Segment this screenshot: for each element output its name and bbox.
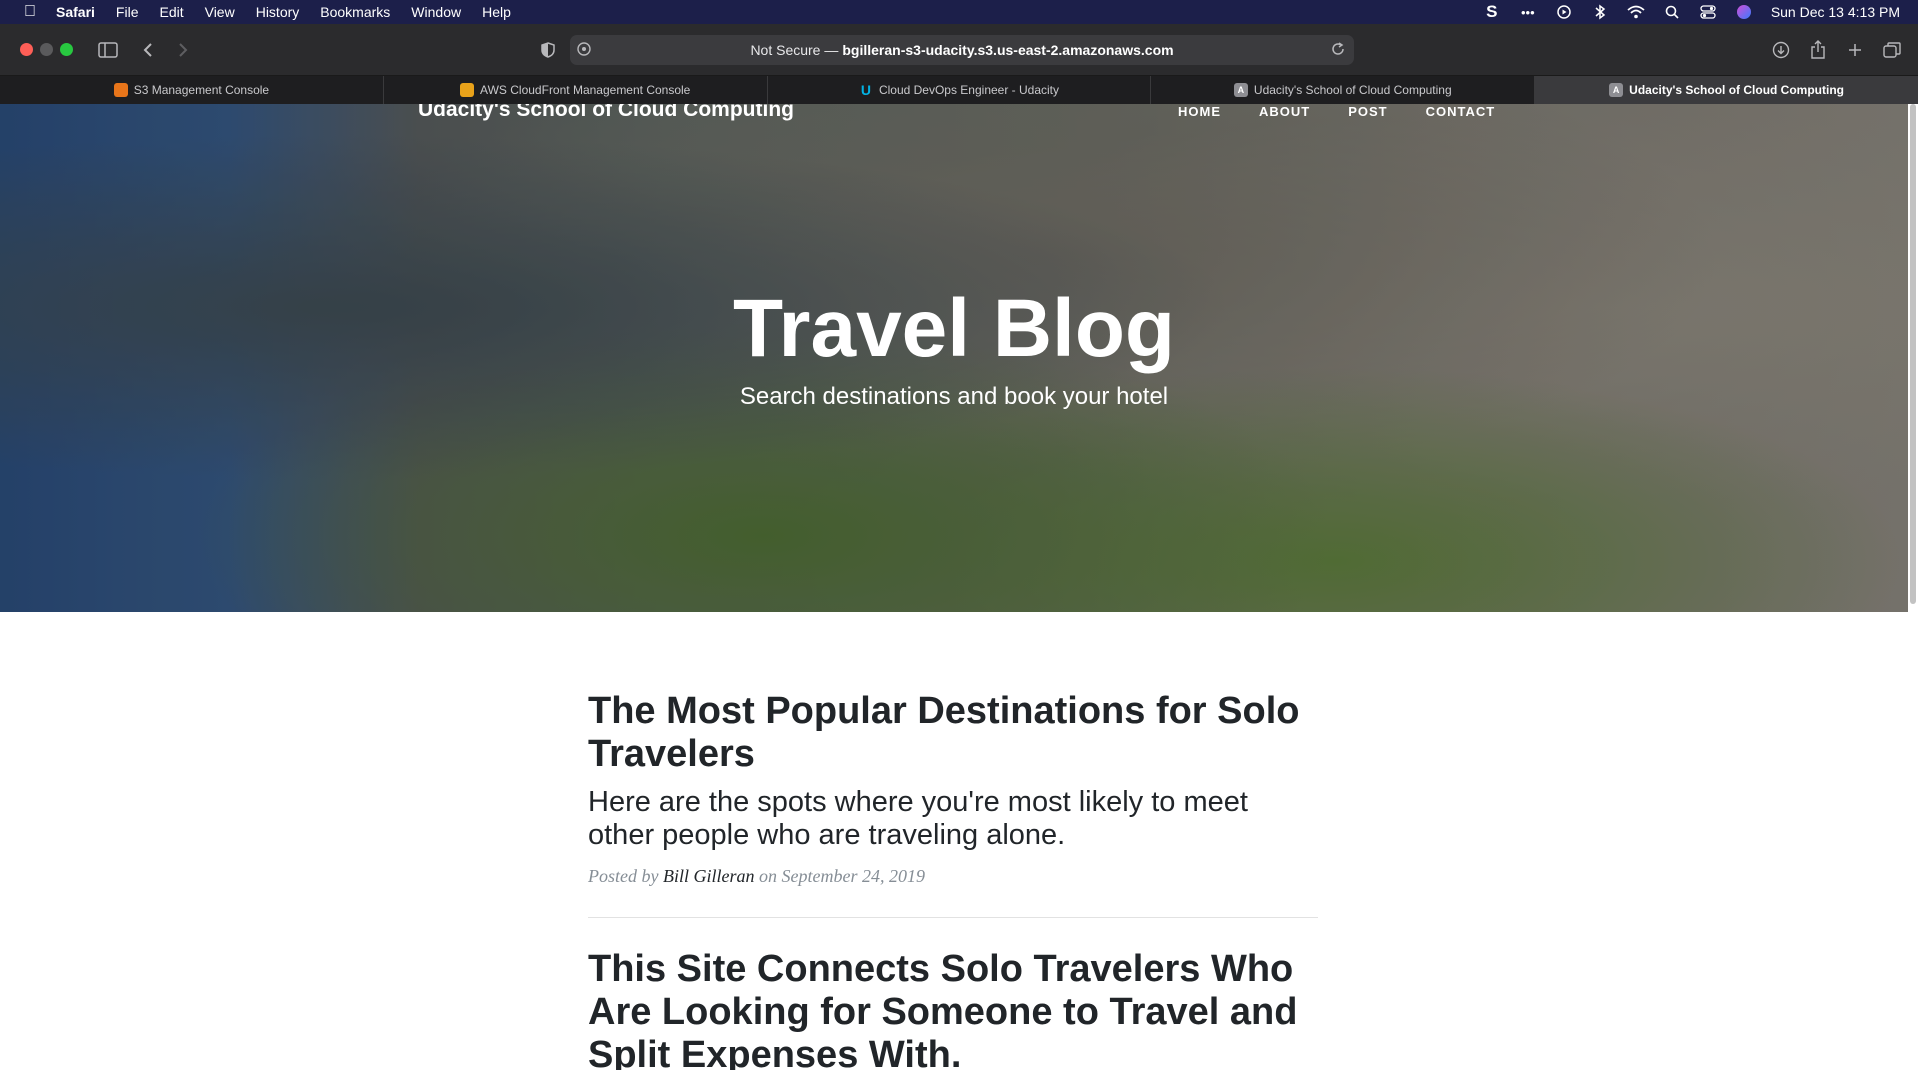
search-icon[interactable] (1663, 3, 1681, 21)
post-meta-prefix: Posted by (588, 866, 659, 886)
menu-edit[interactable]: Edit (159, 4, 183, 20)
post-author-link[interactable]: Bill Gilleran (663, 866, 755, 886)
minimize-window-button[interactable] (40, 43, 53, 56)
url-text[interactable]: bgilleran-s3-udacity.s3.us-east-2.amazon… (842, 42, 1173, 58)
menu-window[interactable]: Window (411, 4, 461, 20)
nav-contact[interactable]: CONTACT (1426, 104, 1496, 119)
tab-label: S3 Management Console (133, 83, 270, 97)
tab-label: Udacity's School of Cloud Computing (1629, 83, 1845, 97)
share-icon[interactable] (1805, 37, 1831, 63)
tab-cloud-computing-2[interactable]: A Udacity's School of Cloud Computing (1535, 76, 1918, 104)
post-title[interactable]: The Most Popular Destinations for Solo T… (588, 690, 1318, 776)
hero-subtitle: Search destinations and book your hotel (739, 383, 1169, 410)
menubar-clock[interactable]: Sun Dec 13 4:13 PM (1771, 4, 1900, 20)
tab-bar: S3 Management Console AWS CloudFront Man… (0, 76, 1918, 104)
post-preview[interactable]: This Site Connects Solo Travelers Who Ar… (588, 948, 1318, 1070)
udacity-icon: U (860, 82, 871, 98)
post-subtitle[interactable]: Here are the spots where you're most lik… (588, 786, 1318, 852)
post-preview[interactable]: The Most Popular Destinations for Solo T… (588, 690, 1318, 887)
menu-bookmarks[interactable]: Bookmarks (320, 4, 390, 20)
post-title[interactable]: This Site Connects Solo Travelers Who Ar… (588, 948, 1318, 1070)
site-brand-link[interactable]: Udacity's School of Cloud Computing (418, 104, 794, 122)
apple-icon[interactable]:  (20, 3, 40, 21)
siri-icon[interactable] (1735, 3, 1753, 21)
menu-view[interactable]: View (205, 4, 235, 20)
post-list: The Most Popular Destinations for Solo T… (588, 690, 1318, 1070)
web-page: Udacity's School of Cloud Computing HOME… (0, 104, 1918, 1070)
nav-about[interactable]: ABOUT (1259, 104, 1310, 119)
new-tab-icon[interactable] (1842, 37, 1868, 63)
hero-title: Travel Blog (732, 283, 1176, 374)
address-bar[interactable]: Not Secure — bgilleran-s3-udacity.s3.us-… (570, 35, 1354, 65)
site-nav: HOME ABOUT POST CONTACT (1178, 104, 1495, 119)
menu-bar:  Safari File Edit View History Bookmark… (0, 0, 1918, 24)
browser-toolbar: Not Secure — bgilleran-s3-udacity.s3.us-… (0, 24, 1918, 76)
menu-help[interactable]: Help (482, 4, 511, 20)
aws-s3-icon (113, 83, 128, 97)
letter-a-icon: A (1233, 83, 1248, 97)
zoom-window-button[interactable] (60, 43, 73, 56)
tab-s3-console[interactable]: S3 Management Console (0, 76, 384, 104)
tab-label: AWS CloudFront Management Console (480, 83, 691, 97)
sidebar-toggle-icon[interactable] (95, 37, 121, 63)
wifi-icon[interactable] (1627, 3, 1645, 21)
nav-post[interactable]: POST (1348, 104, 1387, 119)
letter-a-icon: A (1609, 83, 1624, 97)
control-center-icon[interactable] (1699, 3, 1717, 21)
tab-udacity-devops[interactable]: U Cloud DevOps Engineer - Udacity (768, 76, 1152, 104)
menu-app-safari[interactable]: Safari (56, 4, 95, 20)
downloads-icon[interactable] (1768, 37, 1794, 63)
tab-label: Udacity's School of Cloud Computing (1253, 83, 1452, 97)
menu-history[interactable]: History (256, 4, 300, 20)
tab-label: Cloud DevOps Engineer - Udacity (878, 83, 1060, 97)
back-button[interactable] (135, 37, 161, 63)
privacy-shield-icon[interactable] (535, 37, 561, 63)
aws-cloudfront-icon (460, 83, 475, 97)
dots-icon[interactable]: ••• (1519, 3, 1537, 21)
bluetooth-icon[interactable] (1591, 3, 1609, 21)
menu-file[interactable]: File (116, 4, 139, 20)
close-window-button[interactable] (20, 43, 33, 56)
page-settings-icon[interactable] (576, 41, 592, 60)
s-icon[interactable]: S (1483, 2, 1501, 21)
tab-cloud-computing-1[interactable]: A Udacity's School of Cloud Computing (1151, 76, 1536, 104)
page-scrollbar[interactable] (1910, 104, 1916, 604)
play-icon[interactable] (1555, 3, 1573, 21)
forward-button[interactable] (170, 37, 196, 63)
post-meta: Posted by Bill Gilleran on September 24,… (588, 866, 1318, 887)
tab-overview-icon[interactable] (1879, 37, 1905, 63)
hero-header: Udacity's School of Cloud Computing HOME… (0, 104, 1908, 612)
post-meta-date: on September 24, 2019 (758, 866, 925, 886)
tab-cloudfront-console[interactable]: AWS CloudFront Management Console (384, 76, 768, 104)
nav-home[interactable]: HOME (1178, 104, 1221, 119)
not-secure-label: Not Secure — (750, 42, 839, 58)
post-divider (588, 917, 1318, 918)
reload-icon[interactable] (1330, 41, 1346, 60)
